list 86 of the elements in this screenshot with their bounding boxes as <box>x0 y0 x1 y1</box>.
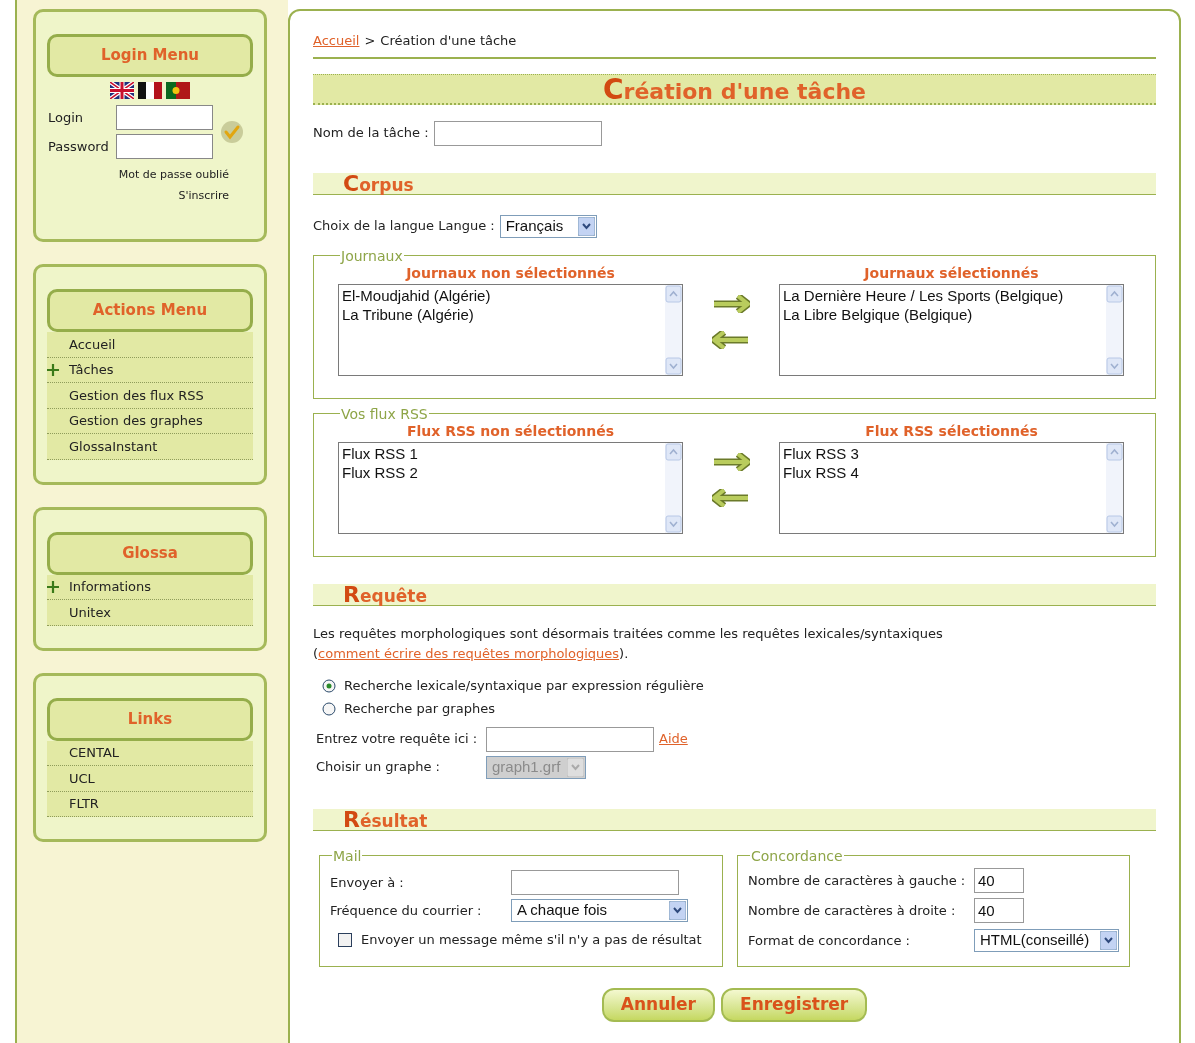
field-label: Nombre de caractères à droite : <box>748 901 957 920</box>
field-label: Entrez votre requête ici : <box>316 730 479 749</box>
flag-icon <box>110 82 134 99</box>
input-field[interactable] <box>433 120 602 146</box>
dropdown[interactable]: HTML(conseillé) <box>974 929 1119 952</box>
menu-item[interactable]: CENTAL <box>47 740 253 766</box>
radio-label: Recherche par graphes <box>344 700 495 719</box>
list-option[interactable]: Flux RSS 3 <box>783 443 1106 463</box>
dropdown[interactable]: Français <box>499 214 597 238</box>
list-option[interactable]: La Libre Belgique (Belgique) <box>783 304 1106 324</box>
radio-button[interactable] <box>322 679 336 693</box>
field-label: Format de concordance : <box>748 931 911 950</box>
fieldset-legend: Vos flux RSS <box>340 406 429 421</box>
menu-item[interactable]: FLTR <box>47 791 253 817</box>
left-arrow-icon[interactable] <box>712 330 750 349</box>
field-label: Choisir un graphe : <box>316 758 441 777</box>
field-label: Choix de la langue Langue : <box>313 217 495 236</box>
field-label: Nom de la tâche : <box>313 124 429 143</box>
section-heading: Requête <box>313 583 1156 606</box>
checkbox-label: Envoyer un message même s'il n'y a pas de résultat <box>361 930 702 949</box>
input-field[interactable]: 40 <box>974 898 1024 923</box>
radio-label: Recherche lexicale/syntaxique par expression régulière <box>344 677 704 696</box>
menu-item[interactable]: Unitex <box>47 600 253 626</box>
checkmark-icon[interactable] <box>221 121 243 143</box>
fieldset-legend: Concordance <box>750 848 844 863</box>
caret-icon <box>567 757 584 777</box>
menu-item[interactable]: GlossaInstant <box>47 434 253 460</box>
list-heading: Flux RSS sélectionnés <box>865 421 1038 441</box>
list-box[interactable]: El-Moudjahid (Algérie) La Tribune (Algérie) <box>338 283 683 376</box>
field-label: Nombre de caractères à gauche : <box>748 871 967 890</box>
list-heading: Journaux sélectionnés <box>864 263 1039 283</box>
fieldset-legend: Journaux <box>340 248 404 263</box>
menu-item[interactable]: Informations <box>47 574 253 600</box>
caret-icon <box>669 901 686 920</box>
menu-item[interactable]: Accueil <box>47 332 253 358</box>
field-label: Fréquence du courrier : <box>330 901 483 920</box>
list-heading: Journaux non sélectionnés <box>406 263 615 283</box>
list-option[interactable]: La Dernière Heure / Les Sports (Belgique) <box>783 285 1106 305</box>
flag-icon <box>166 82 190 99</box>
list-option[interactable]: El-Moudjahid (Algérie) <box>342 285 665 305</box>
list-box[interactable]: Flux RSS 1 Flux RSS 2 <box>338 441 683 534</box>
list-option[interactable]: La Tribune (Algérie) <box>342 304 665 324</box>
menu-item[interactable]: UCL <box>47 766 253 792</box>
fieldset-legend: Mail <box>332 848 363 863</box>
menu-item[interactable]: Gestion des flux RSS <box>47 383 253 409</box>
field-label: Envoyer à : <box>330 873 405 892</box>
breadcrumb-current: Création d'une tâche <box>380 32 517 50</box>
caret-icon <box>1100 931 1117 950</box>
field-label: Password <box>47 137 110 156</box>
dropdown[interactable]: A chaque fois <box>511 899 688 922</box>
menu-title: Glossa <box>47 531 253 575</box>
radio-button[interactable] <box>322 702 336 716</box>
input-field[interactable] <box>511 870 679 895</box>
login-link[interactable]: Mot de passe oublié <box>118 168 229 182</box>
list-heading: Flux RSS non sélectionnés <box>406 421 615 441</box>
page-title: Création d'une tâche <box>313 73 1156 105</box>
login-link[interactable]: S'inscrire <box>178 189 229 203</box>
section-heading: Corpus <box>313 172 1156 195</box>
input-field[interactable] <box>486 726 654 752</box>
input-field[interactable]: 40 <box>974 868 1024 893</box>
caret-icon <box>577 216 595 236</box>
field-label: Login <box>47 108 85 127</box>
left-arrow-icon[interactable] <box>712 488 750 507</box>
menu-title: Links <box>47 697 253 741</box>
checkbox[interactable] <box>338 932 352 947</box>
help-link[interactable]: comment écrire des requêtes morphologiques <box>318 645 620 661</box>
flag-icon <box>138 82 162 99</box>
right-arrow-icon[interactable] <box>712 452 750 471</box>
input-field[interactable] <box>116 134 213 159</box>
list-option[interactable]: Flux RSS 4 <box>783 462 1106 482</box>
help-link[interactable]: Aide <box>659 729 688 749</box>
list-box[interactable]: Flux RSS 3 Flux RSS 4 <box>779 441 1124 534</box>
breadcrumb-separator: > <box>364 32 376 50</box>
section-heading: Résultat <box>313 808 1156 831</box>
list-box[interactable]: La Dernière Heure / Les Sports (Belgique) La Libre Belgique (Belgique) <box>779 283 1124 376</box>
input-field[interactable] <box>116 105 213 130</box>
note-text: Les requêtes morphologiques sont désormais traitées comme les requêtes lexicales/syntaxiques (comment écrire des requêtes morphologiques). <box>313 624 944 663</box>
list-option[interactable]: Flux RSS 1 <box>342 443 665 463</box>
list-option[interactable]: Flux RSS 2 <box>342 462 665 482</box>
breadcrumb-link[interactable]: Accueil <box>313 31 360 51</box>
menu-item[interactable]: Gestion des graphes <box>47 408 253 434</box>
right-arrow-icon[interactable] <box>712 294 750 313</box>
menu-item[interactable]: Tâches <box>47 357 253 383</box>
menu-title: Actions Menu <box>47 289 253 332</box>
menu-title: Login Menu <box>47 34 253 77</box>
dropdown: graph1.grf <box>486 755 586 779</box>
